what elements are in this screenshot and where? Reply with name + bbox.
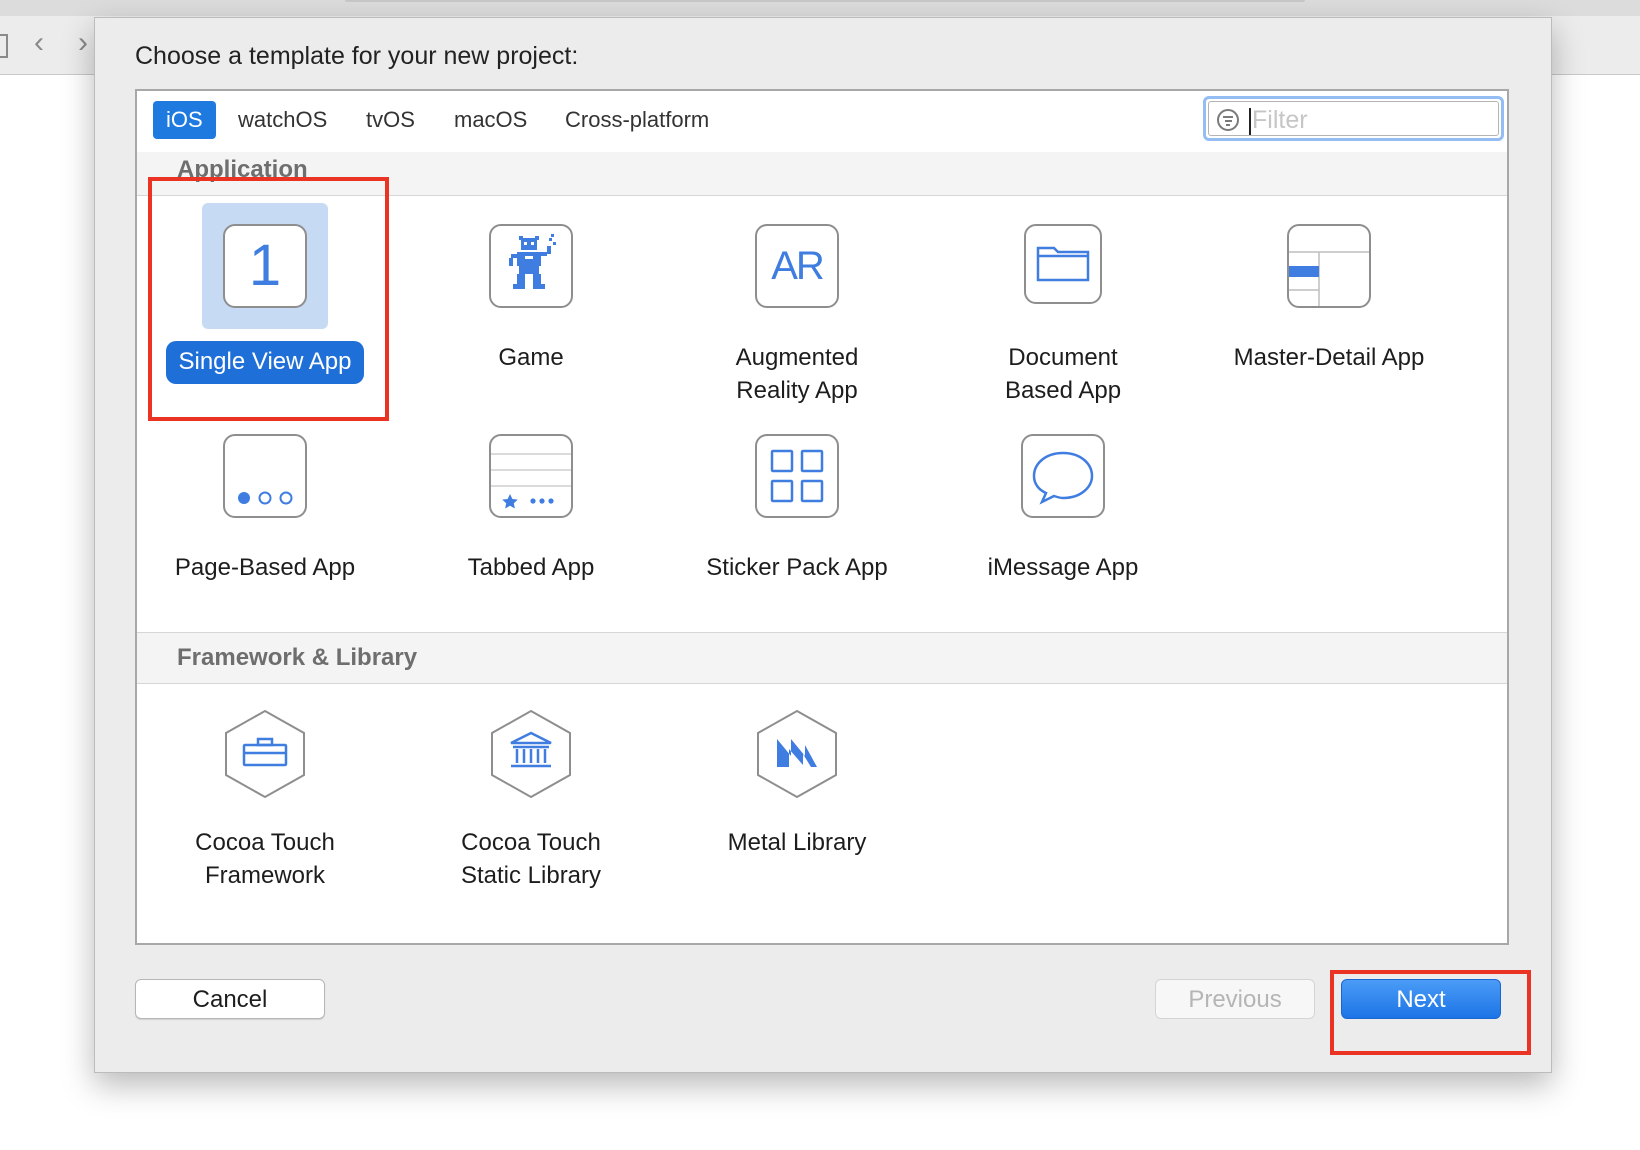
template-metal-library[interactable]: Metal Library <box>667 688 927 859</box>
augmented-reality-icon: AR <box>755 224 839 308</box>
section-header-framework-library: Framework & Library <box>137 632 1507 684</box>
template-cocoa-touch-static-library[interactable]: Cocoa Touch Static Library <box>401 688 661 892</box>
filter-input[interactable] <box>1252 103 1492 137</box>
template-sticker-pack-app[interactable]: Sticker Pack App <box>667 413 927 584</box>
forward-chevron-icon[interactable]: › <box>78 28 88 58</box>
single-view-app-icon: 1 <box>223 224 307 308</box>
template-label: Augmented Reality App <box>667 341 927 407</box>
template-imessage-app[interactable]: iMessage App <box>933 413 1193 584</box>
tab-tvos[interactable]: tvOS <box>353 101 428 139</box>
template-panel: iOS watchOS tvOS macOS Cross-platform Ap… <box>135 89 1509 945</box>
imessage-icon <box>1021 434 1105 518</box>
template-tabbed-app[interactable]: Tabbed App <box>401 413 661 584</box>
template-label-text: Single View App <box>166 341 363 384</box>
template-label: iMessage App <box>933 551 1193 584</box>
platform-tab-bar: iOS watchOS tvOS macOS Cross-platform <box>137 91 1507 153</box>
background-navigator-icon <box>0 34 8 58</box>
back-chevron-icon[interactable]: ‹ <box>34 28 44 58</box>
next-button[interactable]: Next <box>1341 979 1501 1019</box>
tabbed-app-icon <box>489 434 573 518</box>
background-titlebar <box>0 0 1640 16</box>
section-header-application: Application <box>137 152 1507 196</box>
master-detail-icon <box>1287 224 1371 308</box>
ar-glyph: AR <box>757 226 837 306</box>
new-project-sheet: Choose a template for your new project: … <box>94 17 1552 1073</box>
tab-macos[interactable]: macOS <box>441 101 540 139</box>
template-label: Cocoa Touch Framework <box>135 826 395 892</box>
document-based-icon <box>1024 224 1102 304</box>
metal-library-icon <box>755 709 839 799</box>
template-page-based-app[interactable]: Page-Based App <box>135 413 395 584</box>
cocoa-touch-framework-icon <box>223 709 307 799</box>
section-title-framework-library: Framework & Library <box>177 644 417 672</box>
page-based-icon <box>223 434 307 518</box>
filter-field[interactable] <box>1203 96 1504 141</box>
template-document-based-app[interactable]: Document Based App <box>933 203 1193 407</box>
previous-button[interactable]: Previous <box>1155 979 1315 1019</box>
template-label: Page-Based App <box>135 551 395 584</box>
tab-cross-platform[interactable]: Cross-platform <box>552 101 722 139</box>
single-view-glyph: 1 <box>225 226 305 306</box>
template-label: Game <box>401 341 661 374</box>
template-label: Document Based App <box>933 341 1193 407</box>
tab-watchos[interactable]: watchOS <box>225 101 340 139</box>
cocoa-touch-static-library-icon <box>489 709 573 799</box>
template-label: Master-Detail App <box>1199 341 1459 374</box>
template-label: Tabbed App <box>401 551 661 584</box>
template-augmented-reality-app[interactable]: AR Augmented Reality App <box>667 203 927 407</box>
cancel-button[interactable]: Cancel <box>135 979 325 1019</box>
sticker-pack-icon <box>755 434 839 518</box>
filter-icon <box>1217 109 1239 131</box>
template-label: Cocoa Touch Static Library <box>401 826 661 892</box>
tab-ios[interactable]: iOS <box>153 101 216 139</box>
selection-highlight: 1 <box>202 203 328 329</box>
template-label: Single View App <box>135 341 395 384</box>
game-icon <box>489 224 573 308</box>
template-game[interactable]: Game <box>401 203 661 374</box>
text-cursor <box>1249 108 1251 135</box>
sheet-title: Choose a template for your new project: <box>135 42 578 71</box>
template-single-view-app[interactable]: 1 Single View App <box>135 203 395 384</box>
template-label: Sticker Pack App <box>667 551 927 584</box>
template-master-detail-app[interactable]: Master-Detail App <box>1199 203 1459 374</box>
background-activity-view <box>345 0 1305 2</box>
section-title-application: Application <box>177 156 308 184</box>
template-label: Metal Library <box>667 826 927 859</box>
template-cocoa-touch-framework[interactable]: Cocoa Touch Framework <box>135 688 395 892</box>
